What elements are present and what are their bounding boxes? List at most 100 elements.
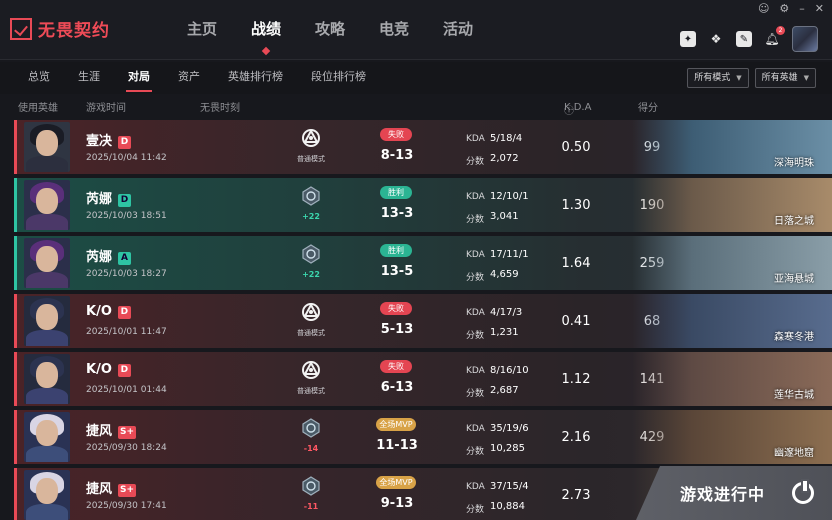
table-row[interactable]: 壹决 D 2025/10/04 11:42 普通模式 失败 8-13 KDA 5/18/4 分数… [14, 120, 832, 174]
table-row[interactable]: K/O D 2025/10/01 01:44 普通模式 失败 6-13 KDA 8/16/10… [14, 352, 832, 406]
nav-esports[interactable]: 电竞 [362, 0, 426, 60]
map-name: 深海明珠 [774, 158, 814, 169]
nav-record[interactable]: 战绩 [234, 0, 298, 60]
help-icon[interactable]: ⓘ [564, 102, 574, 117]
match-date: 2025/09/30 18:24 [86, 443, 167, 453]
round-score: 8-13 [380, 148, 414, 163]
agent-portrait [24, 122, 70, 172]
table-header: 使用英雄 游戏时间 无畏时刻 K.D.A ⓘ 得分 [0, 96, 832, 117]
kda-label: KDA [466, 250, 485, 260]
game-mode-icon [302, 418, 320, 438]
tab-career[interactable]: 生涯 [64, 62, 114, 94]
agent-portrait [24, 354, 70, 404]
rank-badge: D [118, 136, 132, 149]
rank-delta: +22 [302, 270, 320, 279]
kda-label: KDA [466, 366, 485, 376]
kda-label: KDA [466, 482, 485, 492]
hero-select[interactable]: 所有英雄 ▼ [754, 68, 816, 88]
game-mode-icon [302, 476, 320, 496]
table-row[interactable]: 芮娜 A 2025/10/03 18:27 +22 胜利 13-5 KDA 17/11/1 分数… [14, 236, 832, 290]
kda-ratio: 1.12 [561, 372, 591, 387]
rank-badge: A [118, 252, 132, 265]
points-label: 分数 [466, 505, 485, 515]
points-value: 2,687 [490, 385, 519, 396]
agent-body [26, 214, 68, 230]
result-edge [14, 352, 17, 406]
agent-name: 壹决 D [86, 130, 132, 149]
agent-name: 捷风 S+ [86, 478, 137, 497]
banner-text: 游戏进行中 [680, 485, 766, 504]
bell-icon[interactable]: 🔔︎ 2 [764, 26, 785, 47]
table-row[interactable]: 芮娜 D 2025/10/03 18:51 +22 胜利 13-3 KDA 12/10/1 分数… [14, 178, 832, 232]
points-value: 1,231 [490, 327, 519, 338]
minimize-icon[interactable]: – [799, 2, 805, 15]
agent-face [36, 362, 58, 388]
points-label: 分数 [466, 331, 485, 341]
kda-label: KDA [466, 192, 485, 202]
agent-portrait [24, 412, 70, 462]
valorant-logo-icon [10, 17, 32, 40]
user-avatar[interactable] [792, 26, 818, 52]
result-edge [14, 120, 17, 174]
result-badge: 失败 [380, 302, 412, 315]
mode-select[interactable]: 所有模式 ▼ [687, 68, 749, 88]
sub-nav: 总览 生涯 对局 资产 英雄排行榜 段位排行榜 [14, 62, 380, 94]
map-name: 日落之城 [774, 216, 814, 227]
photo-icon[interactable]: ✦ [680, 31, 696, 47]
notification-badge: 2 [776, 26, 785, 35]
nav-events[interactable]: 活动 [426, 0, 490, 60]
table-row[interactable]: 捷风 S+ 2025/09/30 18:24 -14 全场MVP 11-13 KDA 35/1… [14, 410, 832, 464]
map-name: 亚海悬城 [774, 274, 814, 285]
nav-home[interactable]: 主页 [170, 0, 234, 60]
hero-select-value: 所有英雄 [761, 73, 798, 83]
tab-assets[interactable]: 资产 [164, 62, 214, 94]
logo-text: 无畏契约 [38, 21, 110, 41]
game-mode-icon [302, 302, 320, 321]
map-name: 幽邃地窟 [774, 448, 814, 459]
col-time: 游戏时间 [86, 103, 126, 114]
match-date: 2025/10/01 01:44 [86, 385, 167, 395]
match-list: 壹决 D 2025/10/04 11:42 普通模式 失败 8-13 KDA 5/18/4 分数… [14, 120, 832, 520]
filters: 所有模式 ▼ 所有英雄 ▼ [687, 68, 816, 88]
agent-name-text: 芮娜 [86, 250, 113, 265]
share-icon[interactable]: ❖ [708, 31, 724, 47]
power-icon[interactable] [792, 479, 814, 504]
logo[interactable]: 无畏契约 [10, 16, 110, 41]
rank-badge: S+ [118, 484, 137, 497]
kda-ratio: 1.30 [561, 198, 591, 213]
kda-ratio: 0.50 [561, 140, 591, 155]
col-hero: 使用英雄 [18, 103, 58, 114]
tab-matches[interactable]: 对局 [114, 62, 164, 94]
rank-badge: D [117, 364, 131, 377]
tab-overview[interactable]: 总览 [14, 62, 64, 94]
agent-name-text: K/O [86, 304, 112, 319]
result-badge: 全场MVP [376, 476, 416, 489]
support-icon[interactable]: ☺ [758, 2, 769, 15]
agent-name-text: 壹决 [86, 134, 113, 149]
rank-badge: S+ [118, 426, 137, 439]
tab-hero-ranking[interactable]: 英雄排行榜 [214, 62, 297, 94]
tab-tier-ranking[interactable]: 段位排行榜 [297, 62, 380, 94]
agent-body [26, 388, 68, 404]
agent-portrait [24, 238, 70, 288]
toolbar: ✦ ❖ ✎ 🔔︎ 2 [680, 26, 818, 52]
kda-value: 5/18/4 [490, 133, 523, 144]
agent-name-text: 捷风 [86, 424, 113, 439]
kda-value: 37/15/4 [490, 481, 529, 492]
agent-body [26, 504, 68, 520]
match-date: 2025/10/04 11:42 [86, 153, 167, 163]
kda-ratio: 2.16 [561, 430, 591, 445]
table-row[interactable]: K/O D 2025/10/01 11:47 普通模式 失败 5-13 KDA 4/17/3 分… [14, 294, 832, 348]
round-score: 11-13 [376, 438, 418, 453]
col-moment: 无畏时刻 [200, 103, 240, 114]
settings-icon[interactable]: ⚙ [779, 2, 789, 15]
round-score: 9-13 [380, 496, 414, 511]
agent-face [36, 130, 58, 156]
agent-body [26, 156, 68, 172]
chat-icon[interactable]: ✎ [736, 31, 752, 47]
nav-record-label: 战绩 [250, 20, 281, 38]
nav-guide[interactable]: 攻略 [298, 0, 362, 60]
close-icon[interactable]: ✕ [815, 2, 824, 15]
agent-name: 芮娜 A [86, 246, 132, 265]
game-in-progress-banner[interactable]: 游戏进行中 [636, 466, 832, 520]
